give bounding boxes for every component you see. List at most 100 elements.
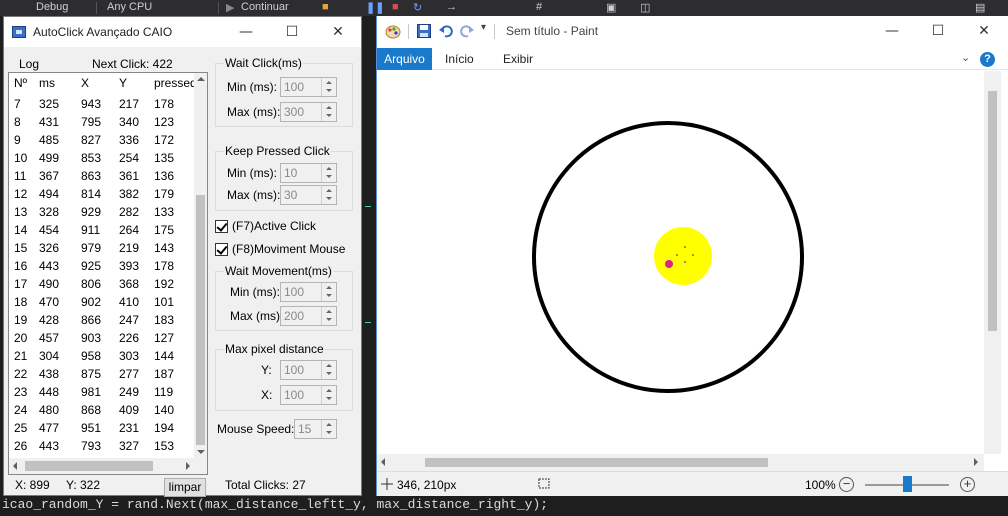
table-row[interactable]: 20 457 903 226 127 <box>9 329 194 347</box>
scroll-up-icon[interactable] <box>197 77 205 81</box>
active-click-label[interactable]: (F7)Active Click <box>232 219 316 233</box>
paint-maximize-button[interactable]: ☐ <box>915 16 961 46</box>
spin-down-icon[interactable] <box>326 89 332 92</box>
column-header[interactable]: pressed <box>154 76 197 90</box>
table-row[interactable]: 21 304 958 303 144 <box>9 347 194 365</box>
drawing-surface[interactable] <box>377 71 984 454</box>
max-pixel-x-input[interactable]: 100 <box>280 385 337 405</box>
redo-icon[interactable] <box>460 24 474 38</box>
table-row[interactable]: 12 494 814 382 179 <box>9 185 194 203</box>
column-header[interactable]: X <box>81 76 89 90</box>
spin-up-icon[interactable] <box>326 189 332 192</box>
save-icon[interactable] <box>417 24 431 38</box>
table-row[interactable]: 17 490 806 368 192 <box>9 275 194 293</box>
scroll-left-icon[interactable] <box>13 462 17 470</box>
table-row[interactable]: 10 499 853 254 135 <box>9 149 194 167</box>
log-list[interactable]: Nº ms X Y pressed 7 325 943 217 178 8 431 795 34… <box>8 72 208 475</box>
paint-canvas[interactable] <box>377 71 1008 454</box>
spin-down-icon[interactable] <box>326 114 332 117</box>
spin-down-icon[interactable] <box>326 175 332 178</box>
log-horizontal-scrollbar[interactable] <box>9 458 194 474</box>
keep-pressed-min-input[interactable]: 10 <box>280 163 337 183</box>
vs-restart-icon[interactable]: ↻ <box>413 1 422 14</box>
spin-down-icon[interactable] <box>326 197 332 200</box>
spin-down-icon[interactable] <box>326 372 332 375</box>
vs-pause-icon[interactable]: ❚❚ <box>366 1 384 14</box>
vs-tool-icon[interactable]: ◫ <box>640 1 650 14</box>
table-row[interactable]: 23 448 981 249 119 <box>9 383 194 401</box>
vs-grid-icon[interactable]: # <box>536 1 542 13</box>
spin-up-icon[interactable] <box>326 81 332 84</box>
column-header[interactable]: Y <box>119 76 127 90</box>
tab-inicio[interactable]: Início <box>445 52 474 66</box>
scroll-thumb[interactable] <box>988 91 997 331</box>
table-row[interactable]: 9 485 827 336 172 <box>9 131 194 149</box>
moviment-mouse-checkbox[interactable] <box>215 243 228 256</box>
vs-more-icon[interactable]: ▤ <box>975 1 985 14</box>
quick-access-dropdown-icon[interactable]: ▾ <box>481 22 486 33</box>
table-row[interactable]: 15 326 979 219 143 <box>9 239 194 257</box>
vs-step-icon[interactable]: → <box>446 1 457 13</box>
spin-down-icon[interactable] <box>326 318 332 321</box>
undo-icon[interactable] <box>439 24 453 38</box>
scroll-right-icon[interactable] <box>974 458 978 466</box>
close-button[interactable]: ✕ <box>315 17 361 47</box>
table-row[interactable]: 26 443 793 327 153 <box>9 437 194 455</box>
vs-play-icon[interactable]: ▶ <box>226 1 234 14</box>
spin-up-icon[interactable] <box>326 364 332 367</box>
zoom-in-button[interactable]: + <box>960 477 975 492</box>
wait-click-min-input[interactable]: 100 <box>280 77 337 97</box>
spin-up-icon[interactable] <box>326 423 332 426</box>
scroll-left-icon[interactable] <box>381 458 385 466</box>
vs-stop-icon[interactable]: ■ <box>392 1 399 13</box>
table-row[interactable]: 7 325 943 217 178 <box>9 95 194 113</box>
spin-up-icon[interactable] <box>326 389 332 392</box>
keep-pressed-max-input[interactable]: 30 <box>280 185 337 205</box>
table-row[interactable]: 18 470 902 410 101 <box>9 293 194 311</box>
maximize-button[interactable]: ☐ <box>269 17 315 47</box>
table-row[interactable]: 22 438 875 277 187 <box>9 365 194 383</box>
spin-up-icon[interactable] <box>326 286 332 289</box>
table-row[interactable]: 16 443 925 393 178 <box>9 257 194 275</box>
vs-continue-button[interactable]: Continuar <box>241 1 289 13</box>
minimize-button[interactable]: — <box>223 17 269 47</box>
table-row[interactable]: 14 454 911 264 175 <box>9 221 194 239</box>
vs-config-select[interactable]: Debug <box>36 1 68 13</box>
table-row[interactable]: 25 477 951 231 194 <box>9 419 194 437</box>
wait-click-max-input[interactable]: 300 <box>280 102 337 122</box>
spin-down-icon[interactable] <box>326 431 332 434</box>
zoom-out-button[interactable]: − <box>839 477 854 492</box>
moviment-mouse-label[interactable]: (F8)Moviment Mouse <box>232 242 345 256</box>
scroll-thumb[interactable] <box>196 195 205 445</box>
tab-exibir[interactable]: Exibir <box>503 52 533 66</box>
zoom-slider-thumb[interactable] <box>903 476 912 492</box>
mouse-speed-input[interactable]: 15 <box>294 419 337 439</box>
table-row[interactable]: 11 367 863 361 136 <box>9 167 194 185</box>
autoclick-titlebar[interactable]: AutoClick Avançado CAIO — ☐ ✕ <box>4 17 361 47</box>
max-pixel-y-input[interactable]: 100 <box>280 360 337 380</box>
help-icon[interactable]: ? <box>980 52 995 67</box>
spin-down-icon[interactable] <box>326 294 332 297</box>
clear-button[interactable]: limpar <box>164 478 206 497</box>
spin-up-icon[interactable] <box>326 106 332 109</box>
wait-movement-max-input[interactable]: 200 <box>280 306 337 326</box>
tab-arquivo[interactable]: Arquivo <box>377 48 432 70</box>
canvas-horizontal-scrollbar[interactable] <box>377 454 984 471</box>
active-click-checkbox[interactable] <box>215 220 228 233</box>
paint-titlebar[interactable]: ▾ Sem título - Paint — ☐ ✕ <box>377 16 1008 46</box>
log-vertical-scrollbar[interactable] <box>194 73 207 458</box>
ribbon-collapse-icon[interactable]: ⌄ <box>961 51 970 64</box>
paint-minimize-button[interactable]: — <box>869 16 915 46</box>
scroll-right-icon[interactable] <box>186 462 190 470</box>
vs-platform-select[interactable]: Any CPU <box>107 1 152 13</box>
scroll-down-icon[interactable] <box>197 450 205 454</box>
table-row[interactable]: 13 328 929 282 133 <box>9 203 194 221</box>
vs-window-icon[interactable]: ▣ <box>606 1 616 14</box>
wait-movement-min-input[interactable]: 100 <box>280 282 337 302</box>
table-row[interactable]: 8 431 795 340 123 <box>9 113 194 131</box>
vs-folder-icon[interactable]: ■ <box>322 1 329 13</box>
spin-up-icon[interactable] <box>326 167 332 170</box>
table-row[interactable]: 24 480 868 409 140 <box>9 401 194 419</box>
paint-close-button[interactable]: ✕ <box>961 16 1007 46</box>
canvas-vertical-scrollbar[interactable] <box>984 71 1001 454</box>
